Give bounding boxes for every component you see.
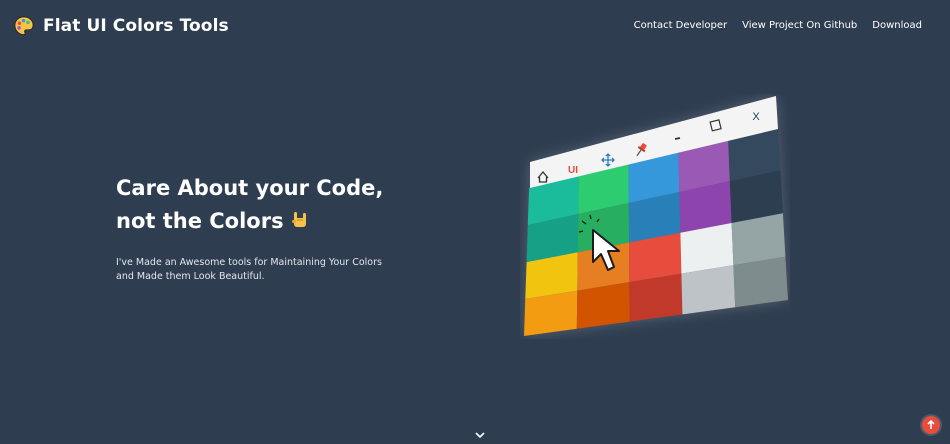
headline-line-2: not the Colors	[116, 205, 456, 238]
ui-icon[interactable]: UI	[568, 165, 578, 176]
hero-headline: Care About your Code, not the Colors	[116, 172, 456, 238]
nav-view-project-github[interactable]: View Project On Github	[742, 20, 857, 31]
app-title: Flat UI Colors Tools	[43, 16, 229, 36]
nav-contact-developer[interactable]: Contact Developer	[634, 20, 728, 31]
brand[interactable]: Flat UI Colors Tools	[13, 13, 229, 39]
scroll-down-button[interactable]	[474, 425, 486, 439]
close-icon[interactable]: X	[752, 111, 760, 123]
color-palette-illustration: UI X	[520, 94, 790, 339]
top-bar: Flat UI Colors Tools Contact Developer V…	[0, 0, 950, 54]
hero-subtext: I've Made an Awesome tools for Maintaini…	[116, 257, 382, 282]
color-swatch[interactable]	[681, 265, 736, 315]
top-nav: Contact Developer View Project On Github…	[634, 20, 922, 31]
chevron-down-icon	[475, 432, 485, 439]
arrow-up-icon	[927, 419, 935, 429]
headline-line-2-text: not the Colors	[116, 209, 284, 233]
minimize-icon[interactable]	[674, 137, 681, 140]
headline-line-1: Care About your Code,	[116, 176, 384, 200]
palette-window-graphic: UI X	[524, 96, 788, 336]
rock-on-hand-icon	[291, 212, 306, 227]
back-to-top-button[interactable]	[922, 416, 940, 434]
color-swatch[interactable]	[733, 256, 788, 308]
nav-download[interactable]: Download	[872, 20, 922, 31]
palette-icon	[14, 16, 34, 36]
hero-section: Care About your Code, not the Colors I'v…	[116, 172, 456, 283]
